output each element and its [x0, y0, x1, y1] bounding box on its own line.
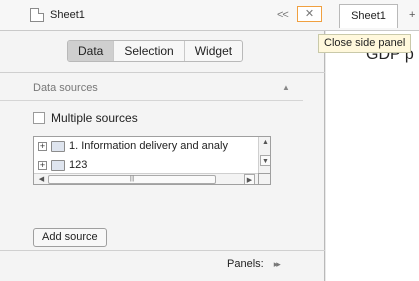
add-tab-button[interactable]: + — [409, 9, 415, 21]
page-name: Sheet1 — [50, 9, 85, 21]
expand-panels-icon[interactable]: ▸▸ — [274, 259, 281, 270]
document-icon — [30, 8, 44, 22]
scroll-corner — [258, 173, 270, 184]
tab-selection[interactable]: Selection — [113, 41, 183, 61]
data-sources-header[interactable]: Data sources ▲ — [0, 73, 303, 101]
horizontal-scrollbar[interactable]: ◀ ||| ▶ — [34, 173, 258, 184]
collapse-panel-icon[interactable]: << — [277, 9, 289, 21]
panel-mode-switch: Data Selection Widget — [67, 40, 244, 62]
scroll-left-icon[interactable]: ◀ — [36, 174, 47, 184]
content-area: GDP p — [326, 31, 419, 281]
expand-plus-icon[interactable]: + — [38, 160, 47, 170]
source-label: 1. Information delivery and analy — [69, 140, 228, 152]
tab-widget[interactable]: Widget — [183, 41, 242, 61]
page-tab[interactable]: Sheet1 — [30, 8, 85, 22]
tree-item[interactable]: + 123 — [38, 159, 87, 171]
scroll-up-icon[interactable]: ▲ — [260, 137, 270, 148]
expand-plus-icon[interactable]: + — [38, 141, 47, 151]
multiple-sources-option[interactable]: Multiple sources — [33, 111, 138, 125]
source-label: 123 — [69, 159, 88, 171]
divider — [0, 250, 325, 251]
scroll-right-icon[interactable]: ▶ — [244, 174, 255, 184]
tooltip: Close side panel — [318, 34, 412, 53]
multiple-sources-label: Multiple sources — [51, 111, 138, 125]
folder-icon — [51, 140, 65, 152]
tab-sheet1[interactable]: Sheet1 — [339, 4, 398, 28]
sources-tree: + 1. Information delivery and analy + 12… — [33, 136, 271, 185]
scroll-down-icon[interactable]: ▼ — [260, 155, 270, 166]
close-side-panel-button[interactable]: ✕ — [297, 6, 322, 22]
data-sources-title: Data sources — [33, 82, 98, 94]
folder-icon — [51, 159, 65, 171]
vertical-scrollbar[interactable]: ▲ ▼ — [258, 137, 270, 173]
scroll-thumb[interactable]: ||| — [48, 175, 216, 184]
tree-item[interactable]: + 1. Information delivery and analy — [38, 140, 228, 152]
collapse-caret-icon[interactable]: ▲ — [282, 83, 290, 92]
add-source-button[interactable]: Add source — [33, 228, 107, 247]
panels-footer: Panels: ▸▸ — [227, 258, 281, 270]
panels-label: Panels: — [227, 258, 264, 270]
side-panel: Data Selection Widget Data sources ▲ Mul… — [0, 31, 325, 281]
tab-data[interactable]: Data — [68, 41, 114, 61]
multiple-sources-checkbox[interactable] — [33, 112, 45, 124]
